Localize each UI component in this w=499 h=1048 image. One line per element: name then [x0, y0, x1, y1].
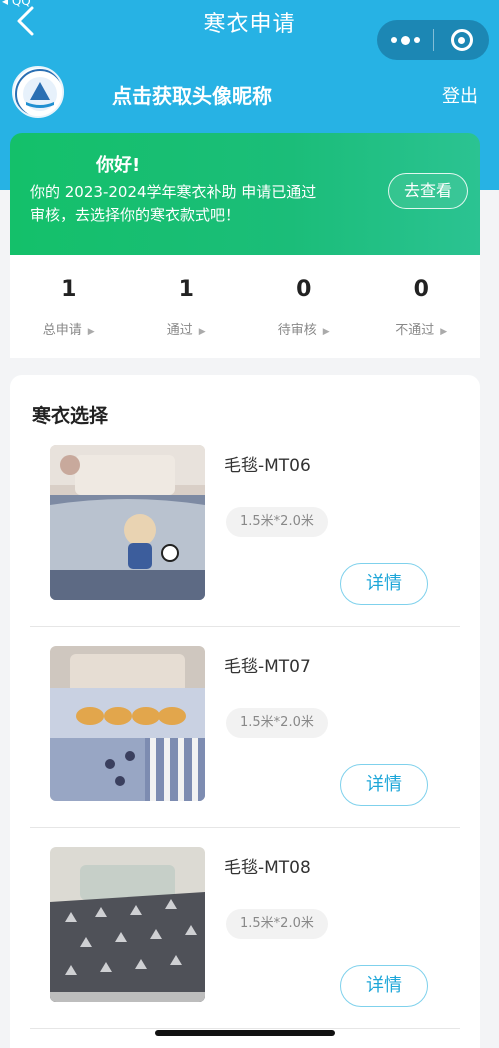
mini-program-capsule — [377, 20, 489, 60]
detail-button[interactable]: 详情 — [340, 965, 428, 1007]
stat-label: 通过 ▶ — [166, 323, 206, 338]
chevron-right-icon: ▶ — [322, 327, 330, 337]
logout-button[interactable]: 登出 — [442, 82, 478, 108]
more-icon[interactable] — [377, 20, 433, 60]
stat-pending[interactable]: 0 待审核 ▶ — [245, 255, 363, 358]
stat-approved[interactable]: 1 通过 ▶ — [128, 255, 246, 358]
list-item: 毛毯-MT08 1.5米*2.0米 详情 — [10, 777, 480, 1029]
item-name: 毛毯-MT08 — [224, 858, 311, 878]
stat-value: 1 — [178, 277, 194, 302]
get-nickname-link[interactable]: 点击获取头像昵称 — [112, 80, 272, 109]
avatar[interactable] — [12, 66, 64, 118]
stat-label: 不通过 ▶ — [395, 323, 448, 338]
stat-value: 0 — [413, 277, 429, 302]
chevron-right-icon: ▶ — [198, 327, 206, 337]
stat-total-applications[interactable]: 1 总申请 ▶ — [10, 255, 128, 358]
close-mini-program-icon[interactable] — [434, 20, 489, 60]
stat-rejected[interactable]: 0 不通过 ▶ — [363, 255, 481, 358]
greeting-message: 你的 2023-2024学年寒衣补助 申请已通过审核，去选择你的寒衣款式吧！ — [30, 183, 317, 224]
stat-value: 0 — [296, 277, 312, 302]
chevron-right-icon: ▶ — [440, 327, 448, 337]
clothing-selection-panel: 寒衣选择 毛毯-MT06 1.5米*2.0米 详情 毛毯-MT07 1.5米*2… — [10, 375, 480, 1048]
stats-panel: 1 总申请 ▶ 1 通过 ▶ 0 待审核 ▶ 0 不通过 ▶ — [10, 255, 480, 358]
stat-value: 1 — [61, 277, 77, 302]
greeting-title: 你好! — [96, 155, 141, 176]
item-name: 毛毯-MT06 — [224, 456, 311, 476]
chevron-right-icon: ▶ — [87, 327, 95, 337]
greeting-card: 你好! 你的 2023-2024学年寒衣补助 申请已通过审核，去选择你的寒衣款式… — [10, 133, 480, 255]
stat-label: 总申请 ▶ — [42, 323, 95, 338]
item-name: 毛毯-MT07 — [224, 657, 311, 677]
list-item: 毛毯-MT07 1.5米*2.0米 详情 — [10, 576, 480, 828]
stat-label: 待审核 ▶ — [277, 323, 330, 338]
spec-tag: 1.5米*2.0米 — [226, 507, 328, 537]
list-item: 毛毯-MT06 1.5米*2.0米 详情 — [10, 375, 480, 627]
spec-tag: 1.5米*2.0米 — [226, 909, 328, 939]
spec-tag: 1.5米*2.0米 — [226, 708, 328, 738]
home-indicator — [155, 1030, 335, 1036]
view-button[interactable]: 去查看 — [388, 173, 468, 209]
blanket-image[interactable] — [50, 847, 205, 1002]
